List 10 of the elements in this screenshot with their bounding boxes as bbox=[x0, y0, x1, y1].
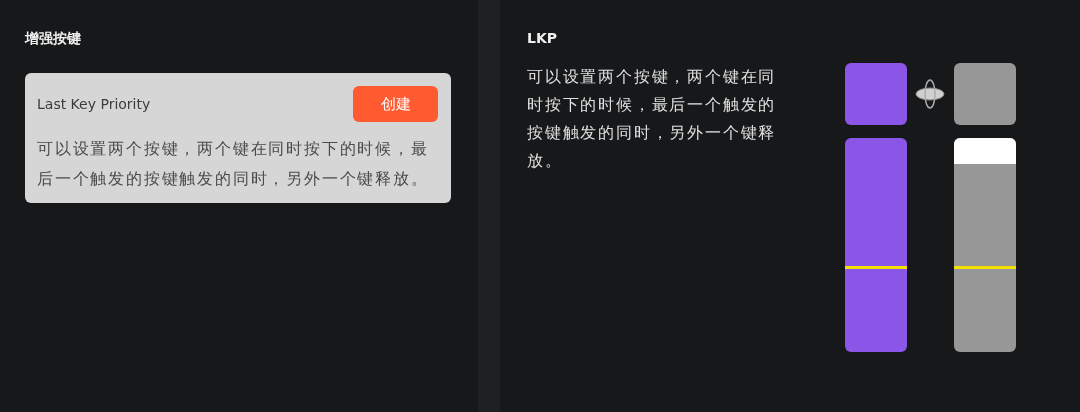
link-icon bbox=[915, 79, 945, 109]
feature-description: 可以设置两个按键，两个键在同时按下的时候，最后一个触发的按键触发的同时，另外一个键释放。 bbox=[527, 66, 778, 172]
feature-description: 可以设置两个按键，两个键在同时按下的时候，最后一个触发的按键触发的同时，另外一个键释放。 bbox=[37, 138, 430, 190]
create-button[interactable]: 创建 bbox=[353, 86, 438, 122]
travel-cap bbox=[954, 138, 1016, 164]
section-title: LKP bbox=[527, 29, 559, 48]
section-title: 增强按键 bbox=[25, 29, 82, 48]
actuation-line bbox=[954, 266, 1016, 270]
feature-name: Last Key Priority bbox=[37, 96, 151, 112]
actuation-line bbox=[845, 266, 907, 270]
